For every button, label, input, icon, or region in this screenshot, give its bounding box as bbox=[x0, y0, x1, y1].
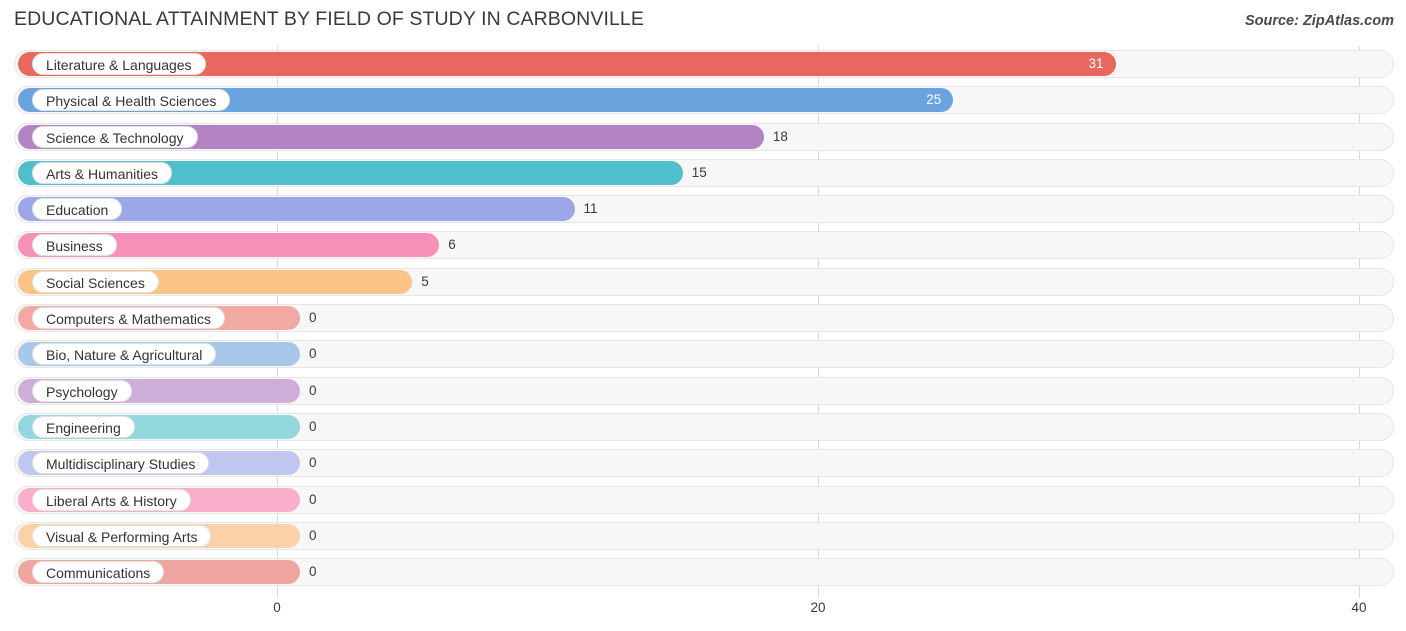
category-label[interactable]: Computers & Mathematics bbox=[32, 307, 225, 330]
bar-value-label: 0 bbox=[309, 418, 317, 434]
category-label[interactable]: Education bbox=[32, 198, 123, 221]
bar-rows: 31 Literature & Languages 25 Physical & Hea… bbox=[0, 46, 1406, 590]
chart-row[interactable]: 0 Bio, Nature & Agricultural bbox=[0, 336, 1406, 372]
bar-value-label: 0 bbox=[309, 382, 317, 398]
chart-row[interactable]: 31 Literature & Languages bbox=[0, 46, 1406, 82]
chart-row[interactable]: 0 Engineering bbox=[0, 409, 1406, 445]
chart-row[interactable]: 6 Business bbox=[0, 227, 1406, 263]
x-axis: 0 20 40 bbox=[0, 598, 1406, 631]
category-label[interactable]: Physical & Health Sciences bbox=[32, 89, 231, 112]
source-attribution: Source: ZipAtlas.com bbox=[1244, 13, 1394, 29]
bar-value-label: 31 bbox=[1088, 56, 1104, 71]
chart-row[interactable]: 5 Social Sciences bbox=[0, 264, 1406, 300]
chart-row[interactable]: 11 Education bbox=[0, 191, 1406, 227]
category-label[interactable]: Business bbox=[32, 234, 117, 257]
chart-row[interactable]: 0 Visual & Performing Arts bbox=[0, 518, 1406, 554]
bar-value-label: 11 bbox=[583, 201, 598, 217]
bar-value-label: 0 bbox=[309, 455, 317, 471]
axis-tick-label: 0 bbox=[273, 600, 281, 615]
category-label[interactable]: Social Sciences bbox=[32, 270, 159, 293]
category-label[interactable]: Engineering bbox=[32, 415, 135, 438]
bar-value-label: 18 bbox=[772, 128, 788, 144]
chart-row[interactable]: 0 Computers & Mathematics bbox=[0, 300, 1406, 336]
category-label[interactable]: Psychology bbox=[32, 379, 132, 402]
category-label[interactable]: Bio, Nature & Agricultural bbox=[32, 343, 217, 366]
bar-value-label: 0 bbox=[309, 564, 317, 580]
category-label[interactable]: Multidisciplinary Studies bbox=[32, 452, 210, 475]
category-label[interactable]: Visual & Performing Arts bbox=[32, 524, 212, 547]
bar-value-label: 0 bbox=[309, 346, 317, 362]
bar-value-label: 25 bbox=[926, 92, 942, 108]
chart-container: EDUCATIONAL ATTAINMENT BY FIELD OF STUDY… bbox=[0, 0, 1406, 631]
chart-row[interactable]: 25 Physical & Health Sciences bbox=[0, 82, 1406, 118]
chart-row[interactable]: 18 Science & Technology bbox=[0, 119, 1406, 155]
bar-value-label: 15 bbox=[691, 164, 707, 180]
chart-row[interactable]: 15 Arts & Humanities bbox=[0, 155, 1406, 191]
bar-value-label: 5 bbox=[421, 273, 429, 289]
page-title: EDUCATIONAL ATTAINMENT BY FIELD OF STUDY… bbox=[14, 8, 644, 30]
bar-value-label: 6 bbox=[448, 237, 456, 253]
category-label[interactable]: Literature & Languages bbox=[32, 53, 206, 75]
chart-row[interactable]: 0 Psychology bbox=[0, 373, 1406, 409]
category-label[interactable]: Liberal Arts & History bbox=[32, 488, 191, 511]
axis-tick-label: 40 bbox=[1351, 600, 1367, 615]
category-label[interactable]: Science & Technology bbox=[32, 125, 198, 148]
chart-row[interactable]: 0 Multidisciplinary Studies bbox=[0, 445, 1406, 481]
bar-value-label: 0 bbox=[309, 491, 317, 507]
bar-value-label: 0 bbox=[309, 310, 317, 326]
axis-tick-label: 20 bbox=[810, 600, 826, 615]
bar-value-label: 0 bbox=[309, 527, 317, 543]
plot-area: 31 Literature & Languages 25 Physical & Hea… bbox=[0, 46, 1406, 598]
chart-row[interactable]: 0 Communications bbox=[0, 554, 1406, 590]
chart-row[interactable]: 0 Liberal Arts & History bbox=[0, 482, 1406, 518]
category-label[interactable]: Arts & Humanities bbox=[32, 161, 173, 184]
category-label[interactable]: Communications bbox=[32, 561, 165, 584]
